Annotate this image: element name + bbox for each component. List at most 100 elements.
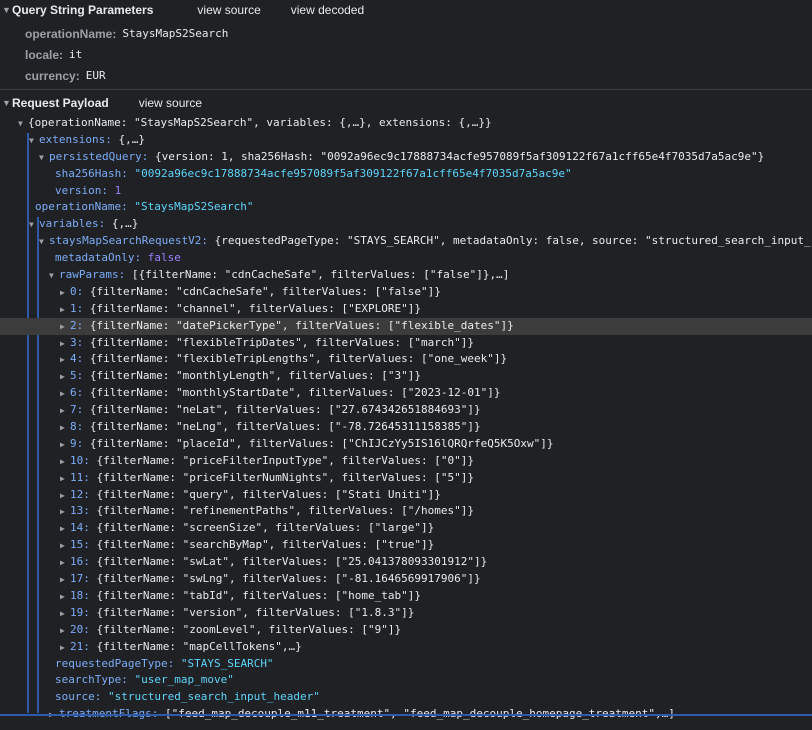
collapsed-arrow-icon[interactable]: ▶ [60,319,70,336]
node-key: version: [55,183,108,197]
item-index: 10: [70,453,90,467]
node-value: false [147,251,181,265]
item-index: 7: [70,403,84,417]
collapsed-arrow-icon[interactable]: ▶ [60,420,70,437]
param-value: StaysMapS2Search [122,27,229,40]
tree-leaf-sha256[interactable]: sha256Hash: "0092a96ec9c17888734acfe9570… [0,166,812,183]
tree-leaf-metadata-only[interactable]: metadataOnly: false [0,250,812,267]
raw-param-item[interactable]: ▶ 12: {filterName: "query", filterValues:… [0,487,812,504]
collapsed-arrow-icon[interactable]: ▶ [60,589,70,606]
raw-param-item[interactable]: ▶ 5: {filterName: "monthlyLength", filter… [0,368,812,385]
tree-root[interactable]: ▼ {operationName: "StaysMapS2Search", var… [0,115,812,132]
item-summary: {filterName: "zoomLevel", filterValues: … [96,622,402,636]
param-key: operationName: [25,26,117,41]
raw-param-item[interactable]: ▶ 10: {filterName: "priceFilterInputType"… [0,453,812,470]
node-summary: {,…} [105,217,139,231]
raw-param-item[interactable]: ▶ 13: {filterName: "refinementPaths", fil… [0,503,812,520]
tree-leaf-version[interactable]: version: 1 [0,183,812,200]
node-key: operationName: [35,200,128,214]
param-key: currency: [25,68,80,83]
raw-param-item[interactable]: ▶ 6: {filterName: "monthlyStartDate", fil… [0,385,812,402]
collapsed-arrow-icon[interactable]: ▶ [60,386,70,403]
raw-param-item[interactable]: ▶ 21: {filterName: "mapCellTokens",…} [0,639,812,656]
expanded-arrow-icon[interactable]: ▼ [29,133,39,150]
collapsed-arrow-icon[interactable]: ▶ [60,336,70,353]
node-key: staysMapSearchRequestV2: [49,234,208,248]
raw-param-item[interactable]: ▶ 4: {filterName: "flexibleTripLengths", … [0,351,812,368]
raw-param-item[interactable]: ▶ 1: {filterName: "channel", filterValues… [0,301,812,318]
expanded-arrow-icon[interactable]: ▼ [39,234,49,251]
tree-node-variables[interactable]: ▼ variables: {,…} [0,216,812,233]
node-value: "structured_search_input_header" [107,690,320,704]
node-summary: {version: 1, sha256Hash: "0092a96ec9c178… [148,149,765,163]
item-index: 19: [70,605,90,619]
item-summary: {filterName: "swLng", filterValues: ["-8… [96,572,481,586]
item-index: 12: [70,487,90,501]
expand-triangle-icon[interactable]: ▼ [2,5,12,15]
tree-node-extensions[interactable]: ▼ extensions: {,…} [0,132,812,149]
item-summary: {filterName: "datePickerType", filterVal… [89,318,514,332]
collapsed-arrow-icon[interactable]: ▶ [60,302,70,319]
collapsed-arrow-icon[interactable]: ▶ [60,437,70,454]
collapsed-arrow-icon[interactable]: ▶ [60,285,70,302]
expanded-arrow-icon[interactable]: ▼ [29,217,39,234]
param-row: operationName: StaysMapS2Search [0,23,812,44]
collapsed-arrow-icon[interactable]: ▶ [60,572,70,589]
query-string-header[interactable]: ▼ Query String Parameters view source vi… [0,0,812,20]
raw-param-item[interactable]: ▶ 15: {filterName: "searchByMap", filterV… [0,537,812,554]
expanded-arrow-icon[interactable]: ▼ [39,150,49,167]
raw-param-item[interactable]: ▶ 20: {filterName: "zoomLevel", filterVal… [0,622,812,639]
item-summary: {filterName: "monthlyLength", filterValu… [89,369,422,383]
raw-param-item[interactable]: ▶ 9: {filterName: "placeId", filterValues… [0,436,812,453]
item-index: 20: [70,622,90,636]
collapsed-arrow-icon[interactable]: ▶ [60,555,70,572]
collapsed-arrow-icon[interactable]: ▶ [60,504,70,521]
raw-param-item[interactable]: ▶ 18: {filterName: "tabId", filterValues:… [0,588,812,605]
raw-param-item[interactable]: ▶ 3: {filterName: "flexibleTripDates", fi… [0,335,812,352]
request-payload-header[interactable]: ▼ Request Payload view source [0,93,812,113]
raw-param-item[interactable]: ▶ 14: {filterName: "screenSize", filterVa… [0,520,812,537]
param-value: EUR [85,69,106,82]
raw-param-item[interactable]: ▶ 17: {filterName: "swLng", filterValues:… [0,571,812,588]
view-source-link[interactable]: view source [139,96,202,110]
node-value: "user_map_move" [134,673,234,687]
tree-leaf-requested-page-type[interactable]: requestedPageType: "STAYS_SEARCH" [0,656,812,673]
node-key: extensions: [39,132,112,146]
node-value: "STAYS_SEARCH" [180,656,274,670]
item-summary: {filterName: "monthlyStartDate", filterV… [89,386,501,400]
collapsed-arrow-icon[interactable]: ▶ [60,471,70,488]
raw-param-item[interactable]: ▶ 19: {filterName: "version", filterValue… [0,605,812,622]
expand-triangle-icon[interactable]: ▼ [2,98,12,108]
raw-param-item[interactable]: ▶ 8: {filterName: "neLng", filterValues: … [0,419,812,436]
node-value: 1 [114,183,122,197]
tree-node-raw-params[interactable]: ▼ rawParams: [{filterName: "cdnCacheSafe"… [0,267,812,284]
tree-node-stays-request[interactable]: ▼ staysMapSearchRequestV2: {requestedPage… [0,233,812,250]
raw-param-item[interactable]: ▶ 11: {filterName: "priceFilterNumNights"… [0,470,812,487]
view-decoded-link[interactable]: view decoded [291,3,364,17]
collapsed-arrow-icon[interactable]: ▶ [60,369,70,386]
item-summary: {filterName: "neLat", filterValues: ["27… [89,403,481,417]
collapsed-arrow-icon[interactable]: ▶ [60,521,70,538]
tree-node-persisted-query[interactable]: ▼ persistedQuery: {version: 1, sha256Hash… [0,149,812,166]
raw-param-item-hovered[interactable]: ▶ 2: {filterName: "datePickerType", filte… [0,317,812,336]
collapsed-arrow-icon[interactable]: ▶ [60,488,70,505]
node-summary: [{filterName: "cdnCacheSafe", filterValu… [125,268,510,282]
collapsed-arrow-icon[interactable]: ▶ [60,352,70,369]
node-key: rawParams: [59,268,126,282]
tree-leaf-operation-name[interactable]: operationName: "StaysMapS2Search" [0,199,812,216]
raw-param-item[interactable]: ▶ 16: {filterName: "swLat", filterValues:… [0,554,812,571]
collapsed-arrow-icon[interactable]: ▶ [60,640,70,657]
raw-param-item[interactable]: ▶ 0: {filterName: "cdnCacheSafe", filterV… [0,284,812,301]
expanded-arrow-icon[interactable]: ▼ [18,116,28,133]
collapsed-arrow-icon[interactable]: ▶ [60,623,70,640]
collapsed-arrow-icon[interactable]: ▶ [60,606,70,623]
param-value: it [69,48,83,61]
collapsed-arrow-icon[interactable]: ▶ [60,403,70,420]
collapsed-arrow-icon[interactable]: ▶ [60,538,70,555]
tree-leaf-search-type[interactable]: searchType: "user_map_move" [0,672,812,689]
collapsed-arrow-icon[interactable]: ▶ [60,454,70,471]
tree-leaf-source[interactable]: source: "structured_search_input_header" [0,689,812,706]
view-source-link[interactable]: view source [197,3,260,17]
expanded-arrow-icon[interactable]: ▼ [49,268,59,285]
raw-param-item[interactable]: ▶ 7: {filterName: "neLat", filterValues: … [0,402,812,419]
